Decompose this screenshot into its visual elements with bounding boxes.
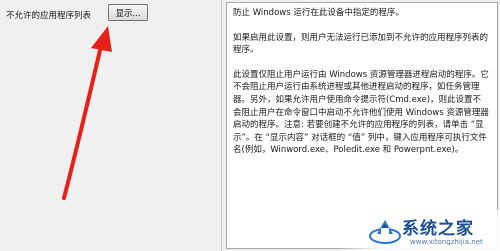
help-paragraph-1: 防止 Windows 运行在此设备中指定的程序。 (233, 8, 404, 18)
options-pane: 不允许的应用程序列表 显示... (0, 0, 220, 251)
show-button[interactable]: 显示... (108, 4, 148, 21)
watermark-url: www.xitongzhijia.net (410, 238, 483, 246)
watermark-title: 系统之家 (402, 219, 474, 239)
watermark-logo-icon (369, 220, 401, 244)
disallowed-apps-label: 不允许的应用程序列表 (6, 11, 92, 21)
help-paragraph-3: 此设置仅阻止用户运行由 Windows 资源管理器进程启动的程序。它不会阻止用户… (233, 69, 489, 156)
help-paragraph-2: 如果启用此设置，则用户无法运行已添加到不允许的应用程序列表的程序。 (233, 32, 489, 56)
pane-divider (221, 0, 222, 251)
